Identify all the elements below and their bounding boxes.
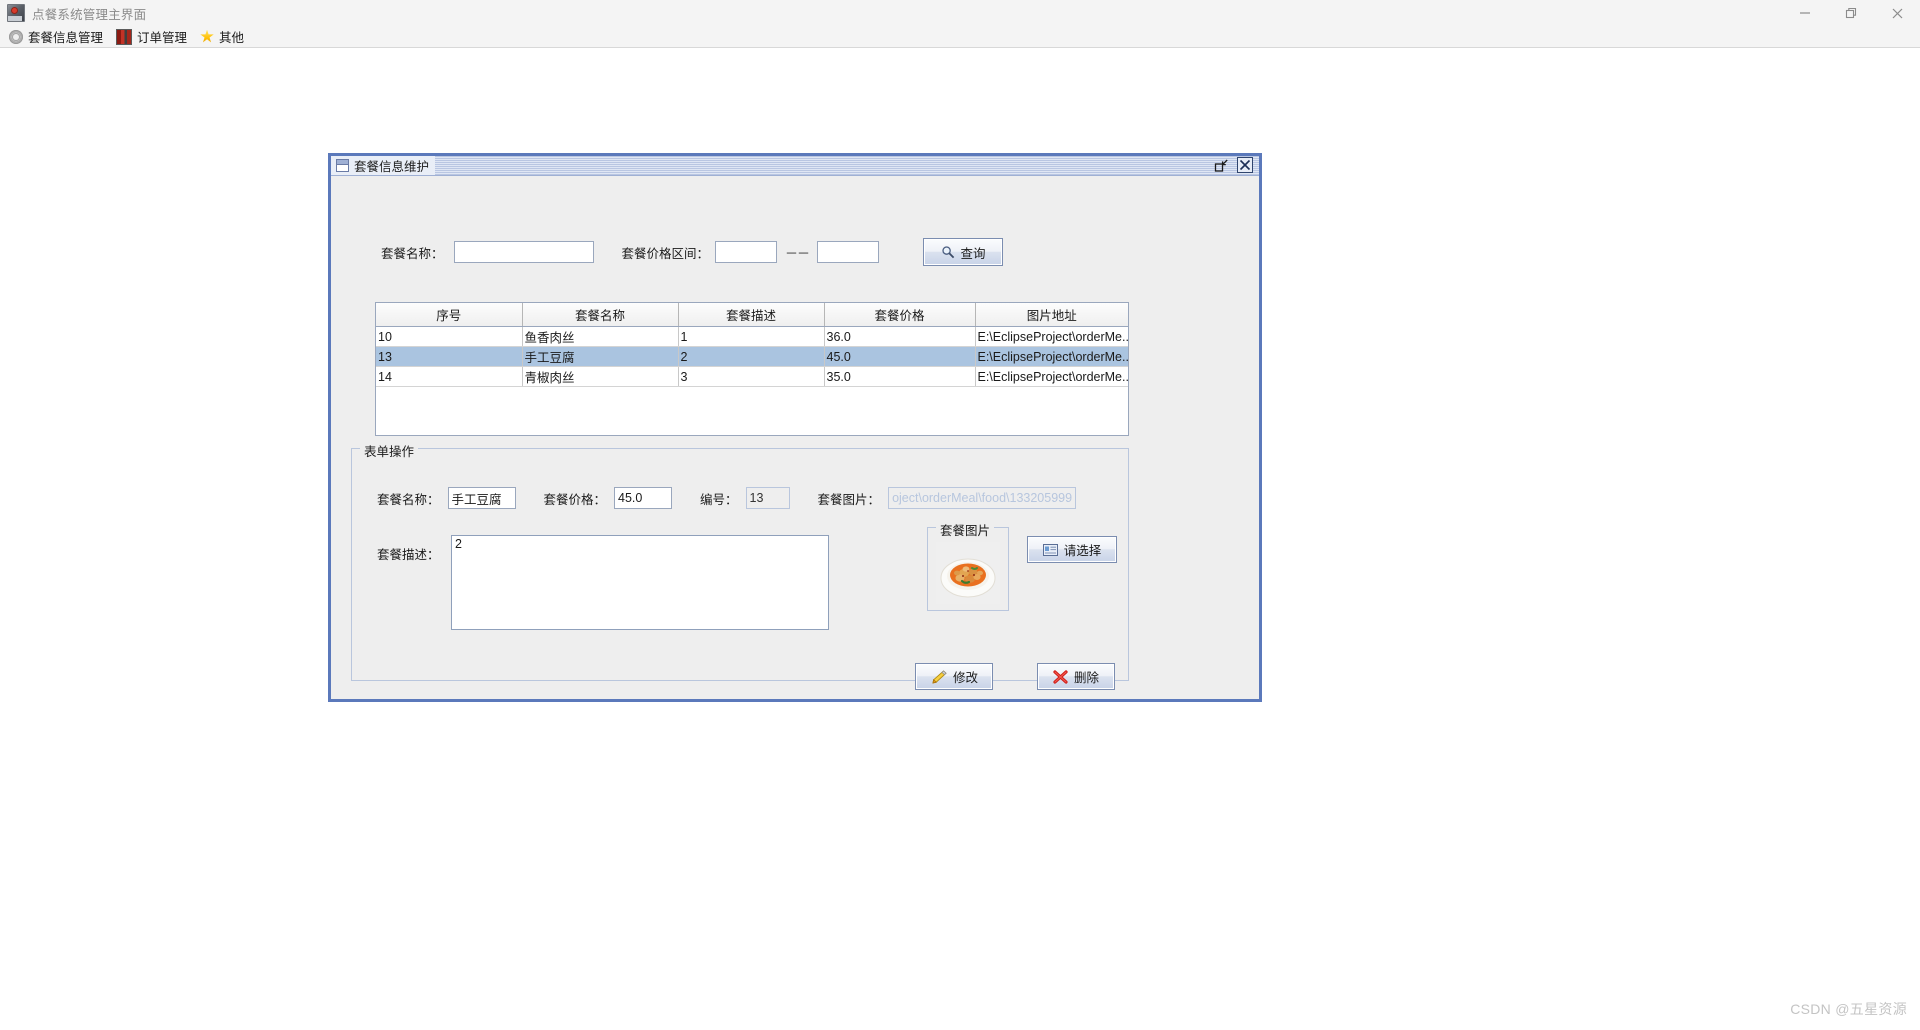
cell-desc: 2 xyxy=(678,346,825,367)
dialog-title: 套餐信息维护 xyxy=(354,160,430,174)
table-row[interactable]: 13 手工豆腐 2 45.0 E:\EclipseProject\orderMe… xyxy=(376,346,1128,367)
column-header-desc[interactable]: 套餐描述 xyxy=(678,303,825,327)
cell-path: E:\EclipseProject\orderMe... xyxy=(975,366,1128,387)
search-button-label: 查询 xyxy=(960,246,986,261)
table-header-row: 序号 套餐名称 套餐描述 套餐价格 图片地址 xyxy=(376,303,1128,327)
window-icon xyxy=(336,159,349,172)
window-controls xyxy=(1782,0,1920,26)
choose-image-label: 请选择 xyxy=(1063,544,1102,558)
card-icon xyxy=(1042,543,1058,556)
dialog-title-left: 套餐信息维护 xyxy=(331,156,436,175)
column-header-path[interactable]: 图片地址 xyxy=(975,303,1128,327)
search-bar: 套餐名称： 套餐价格区间： －－ 查询 xyxy=(381,238,1004,266)
form-price-label: 套餐价格： xyxy=(543,492,607,507)
cell-id: 14 xyxy=(376,366,523,387)
choose-image-button[interactable]: 请选择 xyxy=(1027,536,1117,563)
application-window: 点餐系统管理主界面 套餐信息管理 订单管理 其他 套餐信息维护 套餐名称： 套餐… xyxy=(0,0,1920,1030)
search-name-label: 套餐名称： xyxy=(381,246,444,261)
minimize-icon[interactable] xyxy=(1782,0,1828,26)
cell-id: 13 xyxy=(376,346,523,367)
search-price-min-input[interactable] xyxy=(715,241,778,263)
delete-button[interactable]: 删除 xyxy=(1037,663,1115,690)
form-fields-row: 套餐名称： 套餐价格： 编号： 套餐图片： xyxy=(377,487,1077,509)
close-icon[interactable] xyxy=(1874,0,1920,26)
cell-path: E:\EclipseProject\orderMe... xyxy=(975,346,1128,367)
cell-id: 10 xyxy=(376,326,523,347)
form-name-input[interactable] xyxy=(447,487,516,509)
cell-name: 鱼香肉丝 xyxy=(522,326,679,347)
column-header-price[interactable]: 套餐价格 xyxy=(824,303,976,327)
window-title: 点餐系统管理主界面 xyxy=(32,7,147,22)
column-header-id[interactable]: 序号 xyxy=(376,303,523,327)
cell-name: 青椒肉丝 xyxy=(522,366,679,387)
meal-info-dialog: 套餐信息维护 套餐名称： 套餐价格区间： －－ 查询 序号 套餐名称 套餐描述 … xyxy=(328,153,1262,702)
cell-path: E:\EclipseProject\orderMe... xyxy=(975,326,1128,347)
form-image-path-input xyxy=(888,487,1077,509)
form-path-label: 套餐图片： xyxy=(817,492,881,507)
form-operations-group: 表单操作 套餐名称： 套餐价格： 编号： 套餐图片： 套餐描述： 套餐图片 xyxy=(351,441,1129,690)
price-range-separator: －－ xyxy=(785,245,810,261)
form-desc-label: 套餐描述： xyxy=(377,548,440,562)
star-icon xyxy=(200,29,214,43)
cell-name: 手工豆腐 xyxy=(522,346,679,367)
magnifier-icon xyxy=(941,245,955,259)
dialog-close-icon[interactable] xyxy=(1237,157,1253,173)
table-row[interactable]: 10 鱼香肉丝 1 36.0 E:\EclipseProject\orderMe… xyxy=(376,326,1128,347)
watermark: CSDN @五星资源 xyxy=(1790,1001,1907,1017)
cell-desc: 1 xyxy=(678,326,825,347)
maximize-icon[interactable] xyxy=(1828,0,1874,26)
delete-button-label: 删除 xyxy=(1073,671,1099,685)
menu-item-label: 订单管理 xyxy=(137,31,188,45)
column-header-name[interactable]: 套餐名称 xyxy=(522,303,679,327)
menu-item-order-manage[interactable]: 订单管理 xyxy=(112,27,196,47)
menu-item-label: 其他 xyxy=(219,31,245,45)
form-name-label: 套餐名称： xyxy=(377,492,440,507)
pencil-icon xyxy=(930,669,947,684)
red-x-icon xyxy=(1053,669,1068,684)
edit-button[interactable]: 修改 xyxy=(915,663,993,690)
search-button[interactable]: 查询 xyxy=(923,238,1004,266)
meal-picture-group: 套餐图片 xyxy=(927,520,1009,611)
cell-desc: 3 xyxy=(678,366,825,387)
books-icon xyxy=(116,28,133,45)
form-id-label: 编号： xyxy=(700,492,738,507)
dialog-body: 套餐名称： 套餐价格区间： －－ 查询 序号 套餐名称 套餐描述 套餐价格 图片… xyxy=(331,176,1259,699)
menu-bar: 套餐信息管理 订单管理 其他 xyxy=(0,26,1920,48)
menu-item-meal-info[interactable]: 套餐信息管理 xyxy=(5,27,112,47)
search-price-max-input[interactable] xyxy=(817,241,880,263)
meal-table[interactable]: 序号 套餐名称 套餐描述 套餐价格 图片地址 10 鱼香肉丝 1 36.0 E:… xyxy=(375,302,1129,436)
main-title-bar: 点餐系统管理主界面 xyxy=(0,0,1920,27)
cell-price: 45.0 xyxy=(824,346,976,367)
cell-price: 36.0 xyxy=(824,326,976,347)
meal-photo xyxy=(936,542,1000,604)
cell-price: 35.0 xyxy=(824,366,976,387)
edit-button-label: 修改 xyxy=(952,671,978,685)
table-row[interactable]: 14 青椒肉丝 3 35.0 E:\EclipseProject\orderMe… xyxy=(376,366,1128,387)
gear-icon xyxy=(9,29,23,44)
app-icon xyxy=(7,4,25,22)
form-price-input[interactable] xyxy=(614,487,673,509)
picture-group-title: 套餐图片 xyxy=(936,520,995,539)
search-name-input[interactable] xyxy=(453,241,594,263)
menu-item-other[interactable]: 其他 xyxy=(196,27,253,47)
form-desc-textarea[interactable] xyxy=(451,535,829,630)
form-group-title: 表单操作 xyxy=(360,441,419,460)
restore-icon[interactable] xyxy=(1213,157,1229,173)
menu-item-label: 套餐信息管理 xyxy=(28,31,104,45)
search-price-label: 套餐价格区间： xyxy=(621,246,710,261)
form-id-input xyxy=(745,487,790,509)
dialog-title-bar[interactable]: 套餐信息维护 xyxy=(331,156,1259,176)
